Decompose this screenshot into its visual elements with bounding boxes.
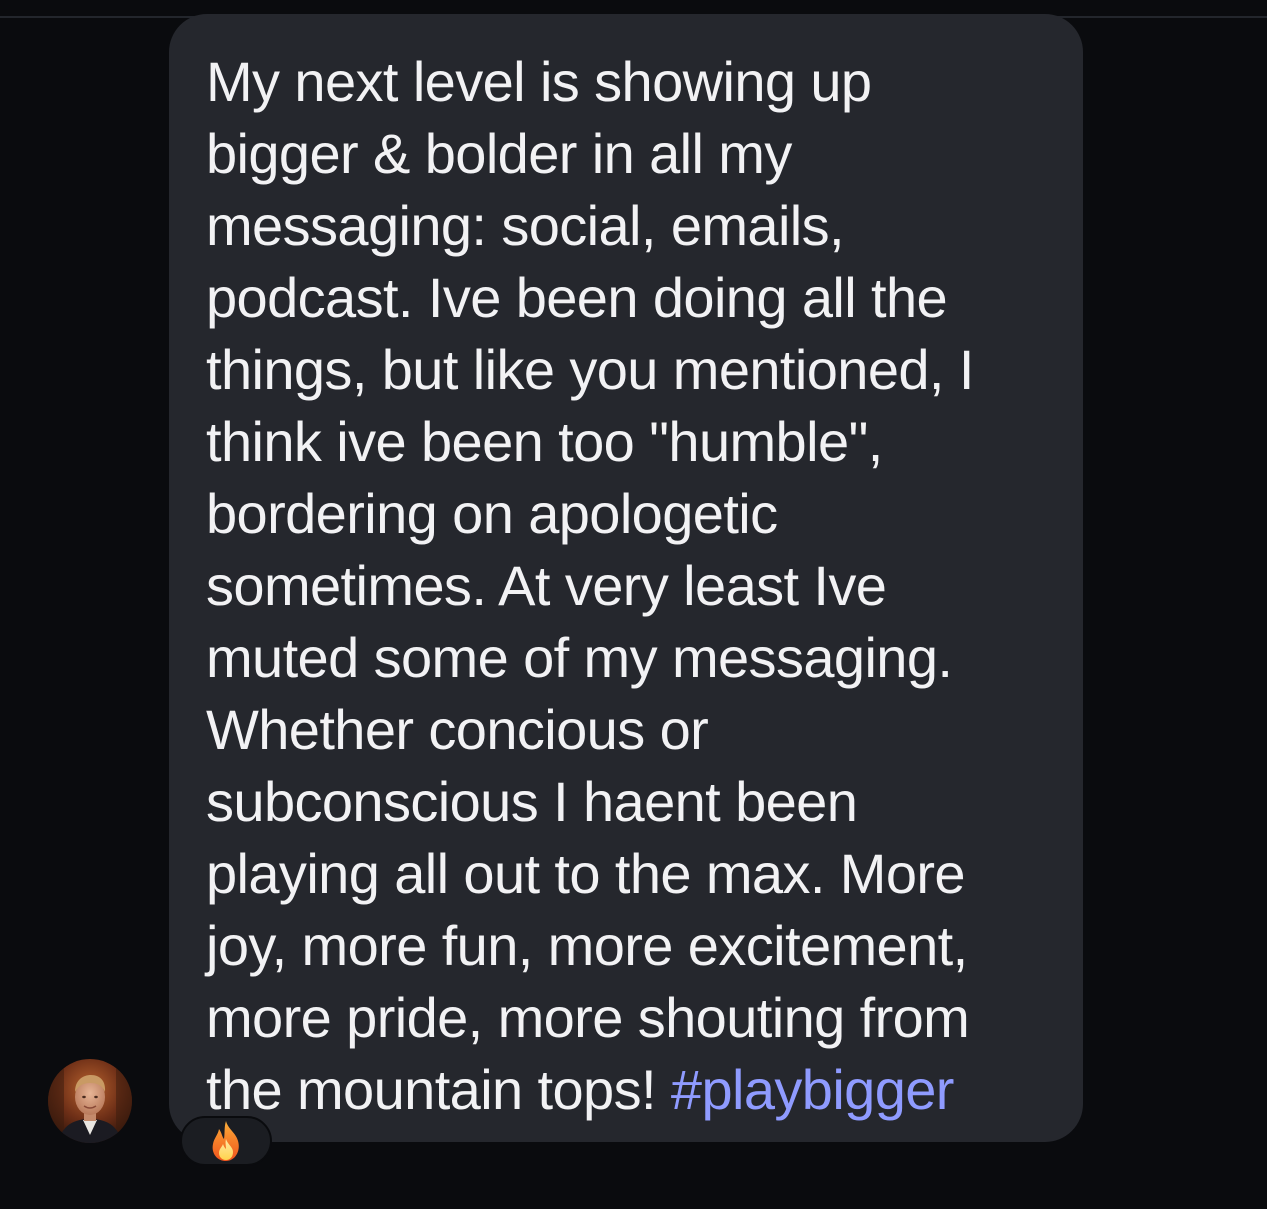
message-text: My next level is showing up bigger & bol… <box>206 46 1053 1126</box>
message-line: bordering on apologetic <box>206 482 778 545</box>
message-line: playing all out to the max. More <box>206 842 966 905</box>
message-line: messaging: social, emails, <box>206 194 845 257</box>
message-line: Whether concious or <box>206 698 709 761</box>
chat-screen: My next level is showing up bigger & bol… <box>0 0 1267 1209</box>
message-line: joy, more fun, more excitement, <box>206 914 968 977</box>
message-line: My next level is showing up <box>206 50 872 113</box>
message-line: think ive been too "humble", <box>206 410 883 473</box>
message-line: muted some of my messaging. <box>206 626 953 689</box>
message-line: subconscious I haent been <box>206 770 858 833</box>
message-line: bigger & bolder in all my <box>206 122 792 185</box>
message-line: things, but like you mentioned, I <box>206 338 974 401</box>
avatar[interactable] <box>48 1059 132 1143</box>
hashtag-link[interactable]: #playbigger <box>671 1058 955 1121</box>
message-line: sometimes. At very least Ive <box>206 554 887 617</box>
fire-icon <box>212 1121 239 1161</box>
message-line: the mountain tops! <box>206 1058 671 1121</box>
message-bubble[interactable]: My next level is showing up bigger & bol… <box>169 14 1083 1142</box>
message-line: more pride, more shouting from <box>206 986 970 1049</box>
message-line: podcast. Ive been doing all the <box>206 266 948 329</box>
reaction-badge[interactable] <box>180 1116 272 1166</box>
avatar-image <box>48 1059 132 1143</box>
